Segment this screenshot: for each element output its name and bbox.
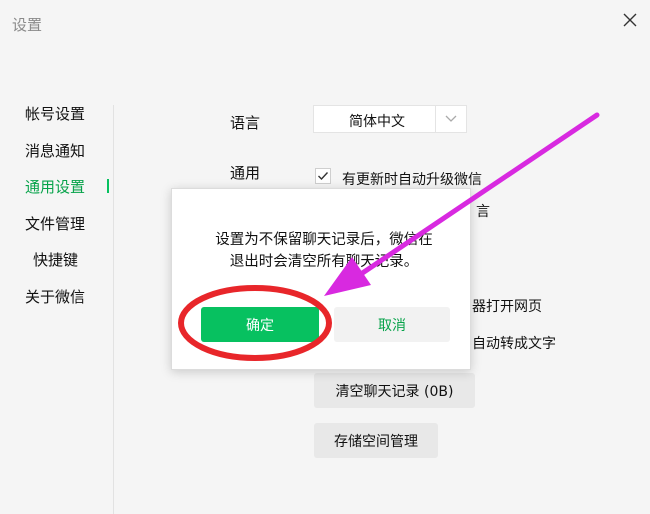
auto-convert-text-label: 自动转成文字 <box>472 336 556 352</box>
open-web-label: 器打开网页 <box>472 299 542 315</box>
sidebar-item-notifications[interactable]: 消息通知 <box>25 140 85 161</box>
window-title: 设置 <box>12 16 43 34</box>
settings-window: 设置 帐号设置 消息通知 通用设置 文件管理 快捷键 关于微信 语言 简体中文 … <box>0 0 650 514</box>
close-icon <box>623 13 637 27</box>
close-button[interactable] <box>616 6 644 34</box>
language-select[interactable]: 简体中文 <box>313 105 467 133</box>
auto-update-checkbox[interactable] <box>315 168 331 184</box>
clear-history-button[interactable]: 清空聊天记录 (0B) <box>314 373 475 408</box>
sidebar-item-about[interactable]: 关于微信 <box>25 286 85 307</box>
sidebar-item-account[interactable]: 帐号设置 <box>25 103 85 124</box>
dialog-message: 设置为不保留聊天记录后，微信在 退出时会清空所有聊天记录。 <box>194 229 454 273</box>
confirm-dialog: 设置为不保留聊天记录后，微信在 退出时会清空所有聊天记录。 确定 取消 <box>171 188 471 370</box>
sidebar-item-shortcuts[interactable]: 快捷键 <box>33 249 78 270</box>
general-label: 通用 <box>230 164 261 182</box>
sidebar-divider <box>113 105 114 514</box>
sidebar-item-general[interactable]: 通用设置 <box>25 176 110 197</box>
cancel-button[interactable]: 取消 <box>334 307 450 342</box>
sidebar-item-files[interactable]: 文件管理 <box>25 213 85 234</box>
checkmark-icon <box>318 172 329 181</box>
storage-management-button[interactable]: 存储空间管理 <box>314 423 438 458</box>
option-language-label: 言 <box>476 204 490 220</box>
confirm-button[interactable]: 确定 <box>201 307 319 342</box>
language-label: 语言 <box>230 114 261 132</box>
dialog-message-line2: 退出时会清空所有聊天记录。 <box>229 254 419 270</box>
auto-update-label: 有更新时自动升级微信 <box>342 172 482 188</box>
language-value: 简体中文 <box>349 114 405 130</box>
chevron-down-icon <box>435 106 466 132</box>
dialog-message-line1: 设置为不保留聊天记录后，微信在 <box>215 232 433 248</box>
